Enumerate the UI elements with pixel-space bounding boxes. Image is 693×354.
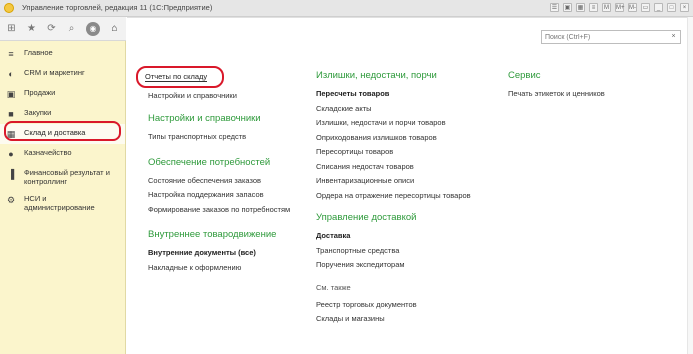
link-recounts[interactable]: Пересчеты товаров bbox=[316, 87, 516, 102]
link-stock-settings[interactable]: Настройка поддержания запасов bbox=[148, 188, 318, 203]
link-regrading-orders[interactable]: Ордера на отражение пересортицы товаров bbox=[316, 189, 516, 204]
section-title-settings: Настройки и справочники bbox=[148, 113, 261, 124]
menu-lines-icon: ≡ bbox=[8, 49, 14, 59]
sidebar-item-finance[interactable]: ▐ Финансовый результат и контроллинг bbox=[0, 164, 125, 190]
section-title-see-also: См. также bbox=[316, 282, 351, 292]
sidebar-item-label: Продажи bbox=[24, 88, 56, 97]
sections-sidebar: ≡ Главное ◐ CRM и маркетинг ▣ Продажи ■ … bbox=[0, 41, 126, 354]
main-toolbar: ⊞ ★ ⟳ ⌕ ◉ ⌂ bbox=[0, 17, 126, 41]
link-internal-docs[interactable]: Внутренние документы (все) bbox=[148, 246, 318, 261]
link-vehicle-types[interactable]: Типы транспортных средств bbox=[148, 130, 318, 145]
sidebar-item-main[interactable]: ≡ Главное bbox=[0, 44, 125, 64]
sidebar-item-treasury[interactable]: ● Казначейство bbox=[0, 144, 125, 164]
window-mode-icon[interactable]: ▭ bbox=[641, 3, 650, 12]
sidebar-item-label: Главное bbox=[24, 48, 53, 57]
sidebar-item-crm[interactable]: ◐ CRM и маркетинг bbox=[0, 64, 125, 84]
list-icon[interactable]: ≡ bbox=[589, 3, 598, 12]
sidebar-item-admin[interactable]: ⚙ НСИ и администрирование bbox=[0, 190, 125, 216]
link-shortage-writeoffs[interactable]: Списания недостач товаров bbox=[316, 160, 516, 175]
maximize-icon[interactable]: □ bbox=[667, 3, 676, 12]
close-icon[interactable]: × bbox=[680, 3, 689, 12]
home-icon[interactable]: ⌂ bbox=[109, 23, 120, 34]
apps-grid-icon[interactable]: ⊞ bbox=[6, 23, 17, 34]
column-1: Настройки и справочники Настройки и спра… bbox=[148, 90, 318, 275]
sidebar-item-label: CRM и маркетинг bbox=[24, 68, 85, 77]
memory-minus-icon[interactable]: M- bbox=[628, 3, 637, 12]
window-title: Управление торговлей, редакция 11 (1С:Пр… bbox=[22, 3, 213, 12]
sidebar-item-label: Казначейство bbox=[24, 148, 72, 157]
link-vehicles[interactable]: Транспортные средства bbox=[316, 244, 516, 259]
minimize-icon[interactable]: _ bbox=[654, 3, 663, 12]
column-3: Сервис Печать этикеток и ценников bbox=[508, 70, 678, 102]
memory-plus-icon[interactable]: M+ bbox=[615, 3, 625, 12]
search-box[interactable]: × bbox=[541, 30, 681, 44]
grid-icon[interactable]: ▦ bbox=[576, 3, 585, 12]
warehouse-reports-button[interactable]: Отчеты по складу bbox=[145, 72, 208, 82]
link-surplus-shortage[interactable]: Излишки, недостачи и порчи товаров bbox=[316, 116, 516, 131]
sidebar-item-label: Закупки bbox=[24, 108, 52, 117]
link-inventory-lists[interactable]: Инвентаризационные описи bbox=[316, 174, 516, 189]
link-forwarder-orders[interactable]: Поручения экспедиторам bbox=[316, 258, 516, 273]
print-icon[interactable]: ▣ bbox=[563, 3, 572, 12]
search-input[interactable] bbox=[542, 31, 662, 43]
history-icon[interactable]: ⟳ bbox=[46, 23, 57, 34]
sidebar-highlight-annotation bbox=[4, 121, 121, 141]
section-title-surplus: Излишки, недостачи, порчи bbox=[316, 70, 437, 81]
link-orders-forming[interactable]: Формирование заказов по потребностям bbox=[148, 203, 318, 218]
menu-icon[interactable]: ☰ bbox=[550, 3, 559, 12]
clear-search-icon[interactable]: × bbox=[668, 32, 679, 42]
link-delivery[interactable]: Доставка bbox=[316, 229, 516, 244]
column-2: Излишки, недостачи, порчи Пересчеты това… bbox=[316, 70, 516, 327]
cart-icon: ■ bbox=[8, 109, 14, 119]
window-right-edge bbox=[687, 17, 693, 354]
link-orders-status[interactable]: Состояние обеспечения заказов bbox=[148, 174, 318, 189]
link-warehouses-stores[interactable]: Склады и магазины bbox=[316, 312, 516, 327]
section-title-internal-movement: Внутреннее товародвижение bbox=[148, 229, 277, 240]
link-surplus-receipts[interactable]: Оприходования излишков товаров bbox=[316, 131, 516, 146]
sidebar-item-sales[interactable]: ▣ Продажи bbox=[0, 84, 125, 104]
section-title-delivery: Управление доставкой bbox=[316, 212, 417, 223]
settings-link[interactable]: Настройки и справочники bbox=[148, 90, 318, 101]
sidebar-item-label: Финансовый результат и контроллинг bbox=[24, 168, 110, 186]
memory-icon[interactable]: M bbox=[602, 3, 611, 12]
title-bar: Управление торговлей, редакция 11 (1С:Пр… bbox=[0, 0, 693, 17]
link-trade-docs-register[interactable]: Реестр торговых документов bbox=[316, 298, 516, 313]
link-warehouse-acts[interactable]: Складские акты bbox=[316, 102, 516, 117]
section-title-provisioning: Обеспечение потребностей bbox=[148, 156, 271, 168]
title-bar-icons: ☰ ▣ ▦ ≡ M M+ M- ▭ _ □ × bbox=[550, 3, 689, 12]
search-icon[interactable]: ⌕ bbox=[66, 23, 77, 34]
notifications-icon[interactable]: ◉ bbox=[86, 21, 100, 36]
treasury-icon: ● bbox=[8, 149, 14, 159]
gear-icon: ⚙ bbox=[6, 195, 16, 205]
chart-bars-icon: ▐ bbox=[7, 169, 15, 179]
section-title-service: Сервис bbox=[508, 70, 541, 81]
link-waybills[interactable]: Накладные к оформлению bbox=[148, 261, 318, 276]
favorites-star-icon[interactable]: ★ bbox=[26, 23, 37, 34]
app-logo-icon bbox=[4, 3, 14, 13]
link-label-printing[interactable]: Печать этикеток и ценников bbox=[508, 87, 678, 102]
link-regrading[interactable]: Пересортицы товаров bbox=[316, 145, 516, 160]
sidebar-item-label: НСИ и администрирование bbox=[24, 194, 95, 212]
sales-icon: ▣ bbox=[6, 89, 16, 99]
crm-icon: ◐ bbox=[8, 69, 14, 79]
